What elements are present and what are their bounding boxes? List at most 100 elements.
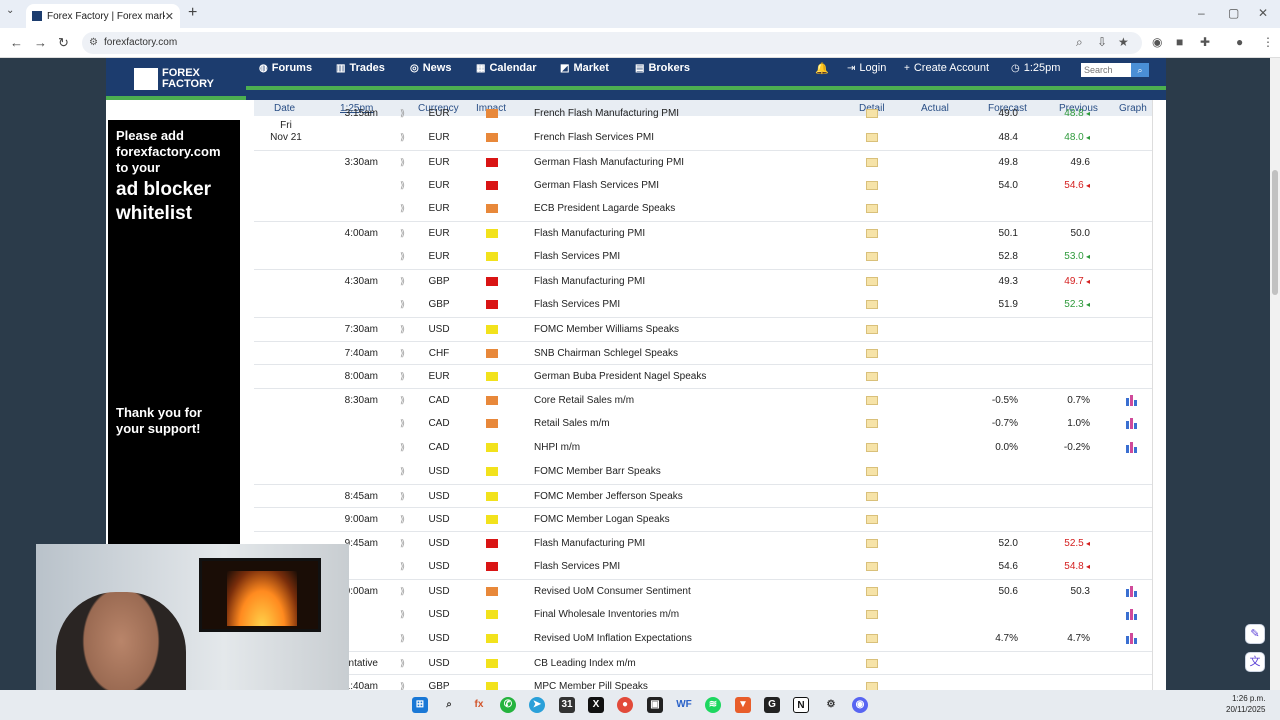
event-title[interactable]: Revised UoM Consumer Sentiment	[534, 586, 691, 597]
spotify-icon[interactable]: ≋	[705, 697, 721, 713]
terminal-icon[interactable]: ▣	[647, 697, 663, 713]
detail-folder-icon[interactable]	[866, 324, 878, 334]
whatsapp-icon[interactable]: ✆	[500, 697, 516, 713]
impact-folder-icon[interactable]	[486, 109, 498, 118]
detail-folder-icon[interactable]	[866, 276, 878, 286]
table-row[interactable]: ⟫ EUR Flash Services PMI 52.8 53.0 ◂	[254, 245, 1152, 269]
event-title[interactable]: FOMC Member Williams Speaks	[534, 324, 679, 335]
detail-folder-icon[interactable]	[866, 539, 878, 549]
event-title[interactable]: NHPI m/m	[534, 442, 580, 453]
nav-news[interactable]: ◎ News	[410, 62, 451, 74]
browser-menu-icon[interactable]: ⋮	[1262, 35, 1274, 49]
detail-folder-icon[interactable]	[866, 348, 878, 358]
graph-icon[interactable]	[1126, 441, 1139, 453]
detail-folder-icon[interactable]	[866, 609, 878, 619]
table-row[interactable]: ⟫ USD Revised UoM Inflation Expectations 4.…	[254, 627, 1152, 651]
table-row[interactable]: ⟫ USD FOMC Member Barr Speaks	[254, 460, 1152, 484]
sound-alert-icon[interactable]: ⟫	[400, 418, 405, 429]
table-row[interactable]: ⟫ EUR ECB President Lagarde Speaks	[254, 197, 1152, 221]
sound-alert-icon[interactable]: ⟫	[400, 514, 405, 525]
impact-folder-icon[interactable]	[486, 587, 498, 596]
sound-alert-icon[interactable]: ⟫	[400, 132, 405, 143]
taskbar-search-icon[interactable]: ⌕	[441, 697, 457, 713]
event-title[interactable]: Flash Services PMI	[534, 299, 620, 310]
telegram-icon[interactable]: ➤	[529, 697, 545, 713]
sound-alert-icon[interactable]: ⟫	[400, 658, 405, 669]
sound-alert-icon[interactable]: ⟫	[400, 228, 405, 239]
sound-alert-icon[interactable]: ⟫	[400, 371, 405, 382]
event-title[interactable]: German Flash Manufacturing PMI	[534, 157, 684, 168]
page-scrollbar[interactable]	[1270, 58, 1280, 690]
table-row[interactable]: 8:30am ⟫ CAD Core Retail Sales m/m -0.5% 0.7%	[254, 388, 1152, 412]
sound-alert-icon[interactable]: ⟫	[400, 203, 405, 214]
table-row[interactable]: 3:15am ⟫ EUR French Flash Manufacturing PMI…	[254, 102, 1152, 126]
settings-gear-icon[interactable]: ⚙	[823, 697, 839, 713]
impact-folder-icon[interactable]	[486, 609, 498, 619]
floating-translate-icon[interactable]: 文	[1245, 652, 1265, 672]
event-title[interactable]: Revised UoM Inflation Expectations	[534, 633, 692, 644]
system-clock[interactable]: 1:26 p.m. 20/11/2025	[1226, 693, 1265, 715]
sound-alert-icon[interactable]: ⟫	[400, 180, 405, 191]
detail-folder-icon[interactable]	[866, 299, 878, 309]
windows-start-icon[interactable]: ⊞	[412, 697, 428, 713]
event-title[interactable]: Flash Services PMI	[534, 251, 620, 262]
sound-alert-icon[interactable]: ⟫	[400, 538, 405, 549]
impact-folder-icon[interactable]	[486, 252, 498, 262]
nav-market[interactable]: ◩ Market	[560, 62, 609, 74]
graph-icon[interactable]	[1126, 395, 1139, 407]
impact-folder-icon[interactable]	[486, 132, 498, 142]
profile-avatar-icon[interactable]: ●	[1236, 35, 1243, 49]
bookmark-star-icon[interactable]: ★	[1118, 35, 1129, 49]
event-title[interactable]: ECB President Lagarde Speaks	[534, 203, 675, 214]
event-title[interactable]: FOMC Member Logan Speaks	[534, 514, 670, 525]
table-row[interactable]: ⟫ EUR German Flash Services PMI 54.0 54.6 ◂	[254, 174, 1152, 198]
event-title[interactable]: Final Wholesale Inventories m/m	[534, 609, 679, 620]
graph-icon[interactable]	[1126, 632, 1139, 644]
impact-folder-icon[interactable]	[486, 419, 498, 429]
forexfactory-logo[interactable]: FOREX FACTORY	[106, 58, 246, 100]
event-title[interactable]: Flash Manufacturing PMI	[534, 228, 645, 239]
detail-folder-icon[interactable]	[866, 396, 878, 406]
graph-icon[interactable]	[1126, 418, 1139, 430]
notifications-bell-icon[interactable]: 🔔	[815, 62, 829, 75]
impact-folder-icon[interactable]	[486, 157, 498, 167]
extension-icon[interactable]: ◉	[1152, 35, 1162, 49]
detail-folder-icon[interactable]	[866, 515, 878, 525]
impact-folder-icon[interactable]	[486, 348, 498, 358]
forward-icon[interactable]: →	[34, 35, 47, 50]
sound-alert-icon[interactable]: ⟫	[400, 299, 405, 310]
impact-folder-icon[interactable]	[486, 491, 498, 501]
impact-folder-icon[interactable]	[486, 658, 498, 668]
event-title[interactable]: CB Leading Index m/m	[534, 658, 636, 669]
sound-alert-icon[interactable]: ⟫	[400, 609, 405, 620]
impact-folder-icon[interactable]	[486, 229, 498, 239]
site-info-icon[interactable]: ⚙	[89, 32, 98, 54]
nav-brokers[interactable]: ▤ Brokers	[635, 62, 690, 74]
table-row[interactable]: ⟫ GBP Flash Services PMI 51.9 52.3 ◂	[254, 293, 1152, 317]
url-field[interactable]: ⚙ forexfactory.com	[82, 32, 1142, 54]
detail-folder-icon[interactable]	[866, 682, 878, 690]
event-title[interactable]: FOMC Member Barr Speaks	[534, 466, 661, 477]
detail-folder-icon[interactable]	[866, 204, 878, 214]
create-account-link[interactable]: + Create Account	[904, 62, 989, 74]
event-title[interactable]: German Flash Services PMI	[534, 180, 659, 191]
sound-alert-icon[interactable]: ⟫	[400, 348, 405, 359]
impact-folder-icon[interactable]	[486, 539, 498, 549]
sound-alert-icon[interactable]: ⟫	[400, 157, 405, 168]
calendar-app-icon[interactable]: 31	[559, 697, 575, 713]
table-row[interactable]: ⟫ USD Flash Services PMI 54.6 54.8 ◂	[254, 555, 1152, 579]
table-row[interactable]: 11:40am ⟫ GBP MPC Member Pill Speaks	[254, 674, 1152, 690]
chrome-icon[interactable]: ●	[617, 697, 633, 713]
discord-icon[interactable]: ◉	[852, 697, 868, 713]
graph-icon[interactable]	[1126, 608, 1139, 620]
table-row[interactable]: ⟫ USD Final Wholesale Inventories m/m	[254, 603, 1152, 627]
notion-icon[interactable]: N	[793, 697, 809, 713]
event-title[interactable]: SNB Chairman Schlegel Speaks	[534, 348, 678, 359]
login-link[interactable]: ⇥ Login	[847, 62, 886, 74]
minimize-icon[interactable]: –	[1198, 6, 1205, 20]
search-input[interactable]: Search	[1081, 63, 1131, 77]
table-row[interactable]: 3:30am ⟫ EUR German Flash Manufacturing PMI…	[254, 149, 1152, 174]
table-row[interactable]: 10:00am ⟫ USD Revised UoM Consumer Sentimen…	[254, 579, 1152, 603]
detail-folder-icon[interactable]	[866, 587, 878, 596]
table-row[interactable]: 8:45am ⟫ USD FOMC Member Jefferson Speaks	[254, 483, 1152, 508]
